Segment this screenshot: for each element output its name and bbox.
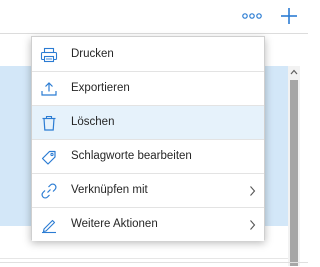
menu-item-edit-tags[interactable]: Schlagworte bearbeiten — [32, 140, 264, 173]
menu-item-label: Exportieren — [71, 82, 130, 94]
scroll-up-button[interactable] — [288, 66, 300, 78]
top-toolbar — [0, 0, 308, 33]
menu-item-label: Schlagworte bearbeiten — [71, 150, 192, 162]
menu-item-label: Weitere Aktionen — [71, 218, 158, 230]
chevron-right-icon — [249, 219, 256, 231]
chevron-up-icon — [290, 69, 298, 75]
toolbar-divider — [0, 33, 308, 34]
menu-item-label: Löschen — [71, 116, 115, 128]
export-upload-icon — [40, 80, 58, 98]
pen-icon — [40, 216, 58, 234]
menu-item-link-with[interactable]: Verknüpfen mit — [32, 174, 264, 207]
trash-icon — [40, 114, 58, 132]
add-button[interactable] — [275, 2, 303, 30]
more-horizontal-icon — [242, 13, 262, 19]
bottom-divider — [0, 262, 308, 263]
vertical-scrollbar[interactable] — [288, 66, 300, 266]
menu-item-print[interactable]: Drucken — [32, 38, 264, 71]
tag-icon — [40, 148, 58, 166]
menu-item-label: Verknüpfen mit — [71, 184, 148, 196]
actions-menu: Drucken Exportieren Löschen Schlagworte … — [31, 36, 265, 241]
printer-icon — [40, 46, 58, 64]
menu-item-export[interactable]: Exportieren — [32, 72, 264, 105]
menu-item-delete[interactable]: Löschen — [32, 106, 264, 139]
menu-item-more-actions[interactable]: Weitere Aktionen — [32, 208, 264, 241]
chevron-right-icon — [249, 185, 256, 197]
menu-item-label: Drucken — [71, 48, 114, 60]
plus-icon — [281, 8, 297, 24]
scrollbar-thumb[interactable] — [290, 80, 298, 266]
link-icon — [40, 182, 58, 200]
more-options-button[interactable] — [237, 5, 267, 27]
